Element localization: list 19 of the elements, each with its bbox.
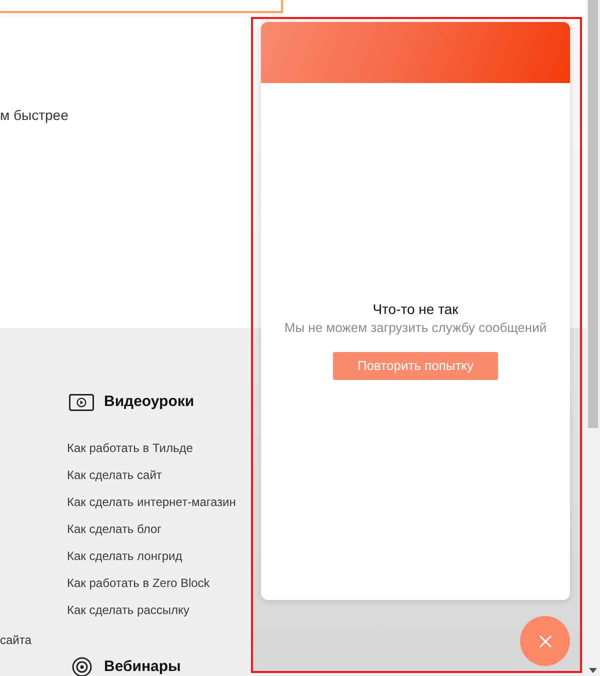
scrollbar-track[interactable]	[586, 0, 600, 676]
target-icon	[72, 657, 92, 676]
footer-link[interactable]: Как работать в Тильде	[67, 435, 193, 462]
hero-text-fragment: м быстрее	[0, 106, 68, 124]
scroll-down-icon[interactable]	[589, 668, 597, 673]
footer-link[interactable]: Как сделать интернет-магазин	[67, 489, 236, 516]
video-play-icon	[69, 394, 94, 410]
section-heading: Вебинары	[104, 659, 181, 675]
scrollbar-thumb[interactable]	[588, 0, 598, 428]
footer-link[interactable]: Как сделать сайт	[67, 462, 162, 489]
error-message: Мы не можем загрузить службу сообщений	[284, 318, 547, 336]
footer-link[interactable]: Как сделать рассылку	[67, 597, 190, 624]
close-icon	[538, 634, 552, 648]
error-title: Что-то не так	[372, 300, 458, 318]
section-heading: Видеоуроки	[104, 394, 194, 410]
footer-link[interactable]: Как сделать блог	[67, 516, 162, 543]
footer-link[interactable]: Как работать в Zero Block	[67, 570, 210, 597]
footer-link[interactable]: Как сделать лонгрид	[67, 543, 182, 570]
footer-text-fragment: сайта	[0, 632, 32, 648]
